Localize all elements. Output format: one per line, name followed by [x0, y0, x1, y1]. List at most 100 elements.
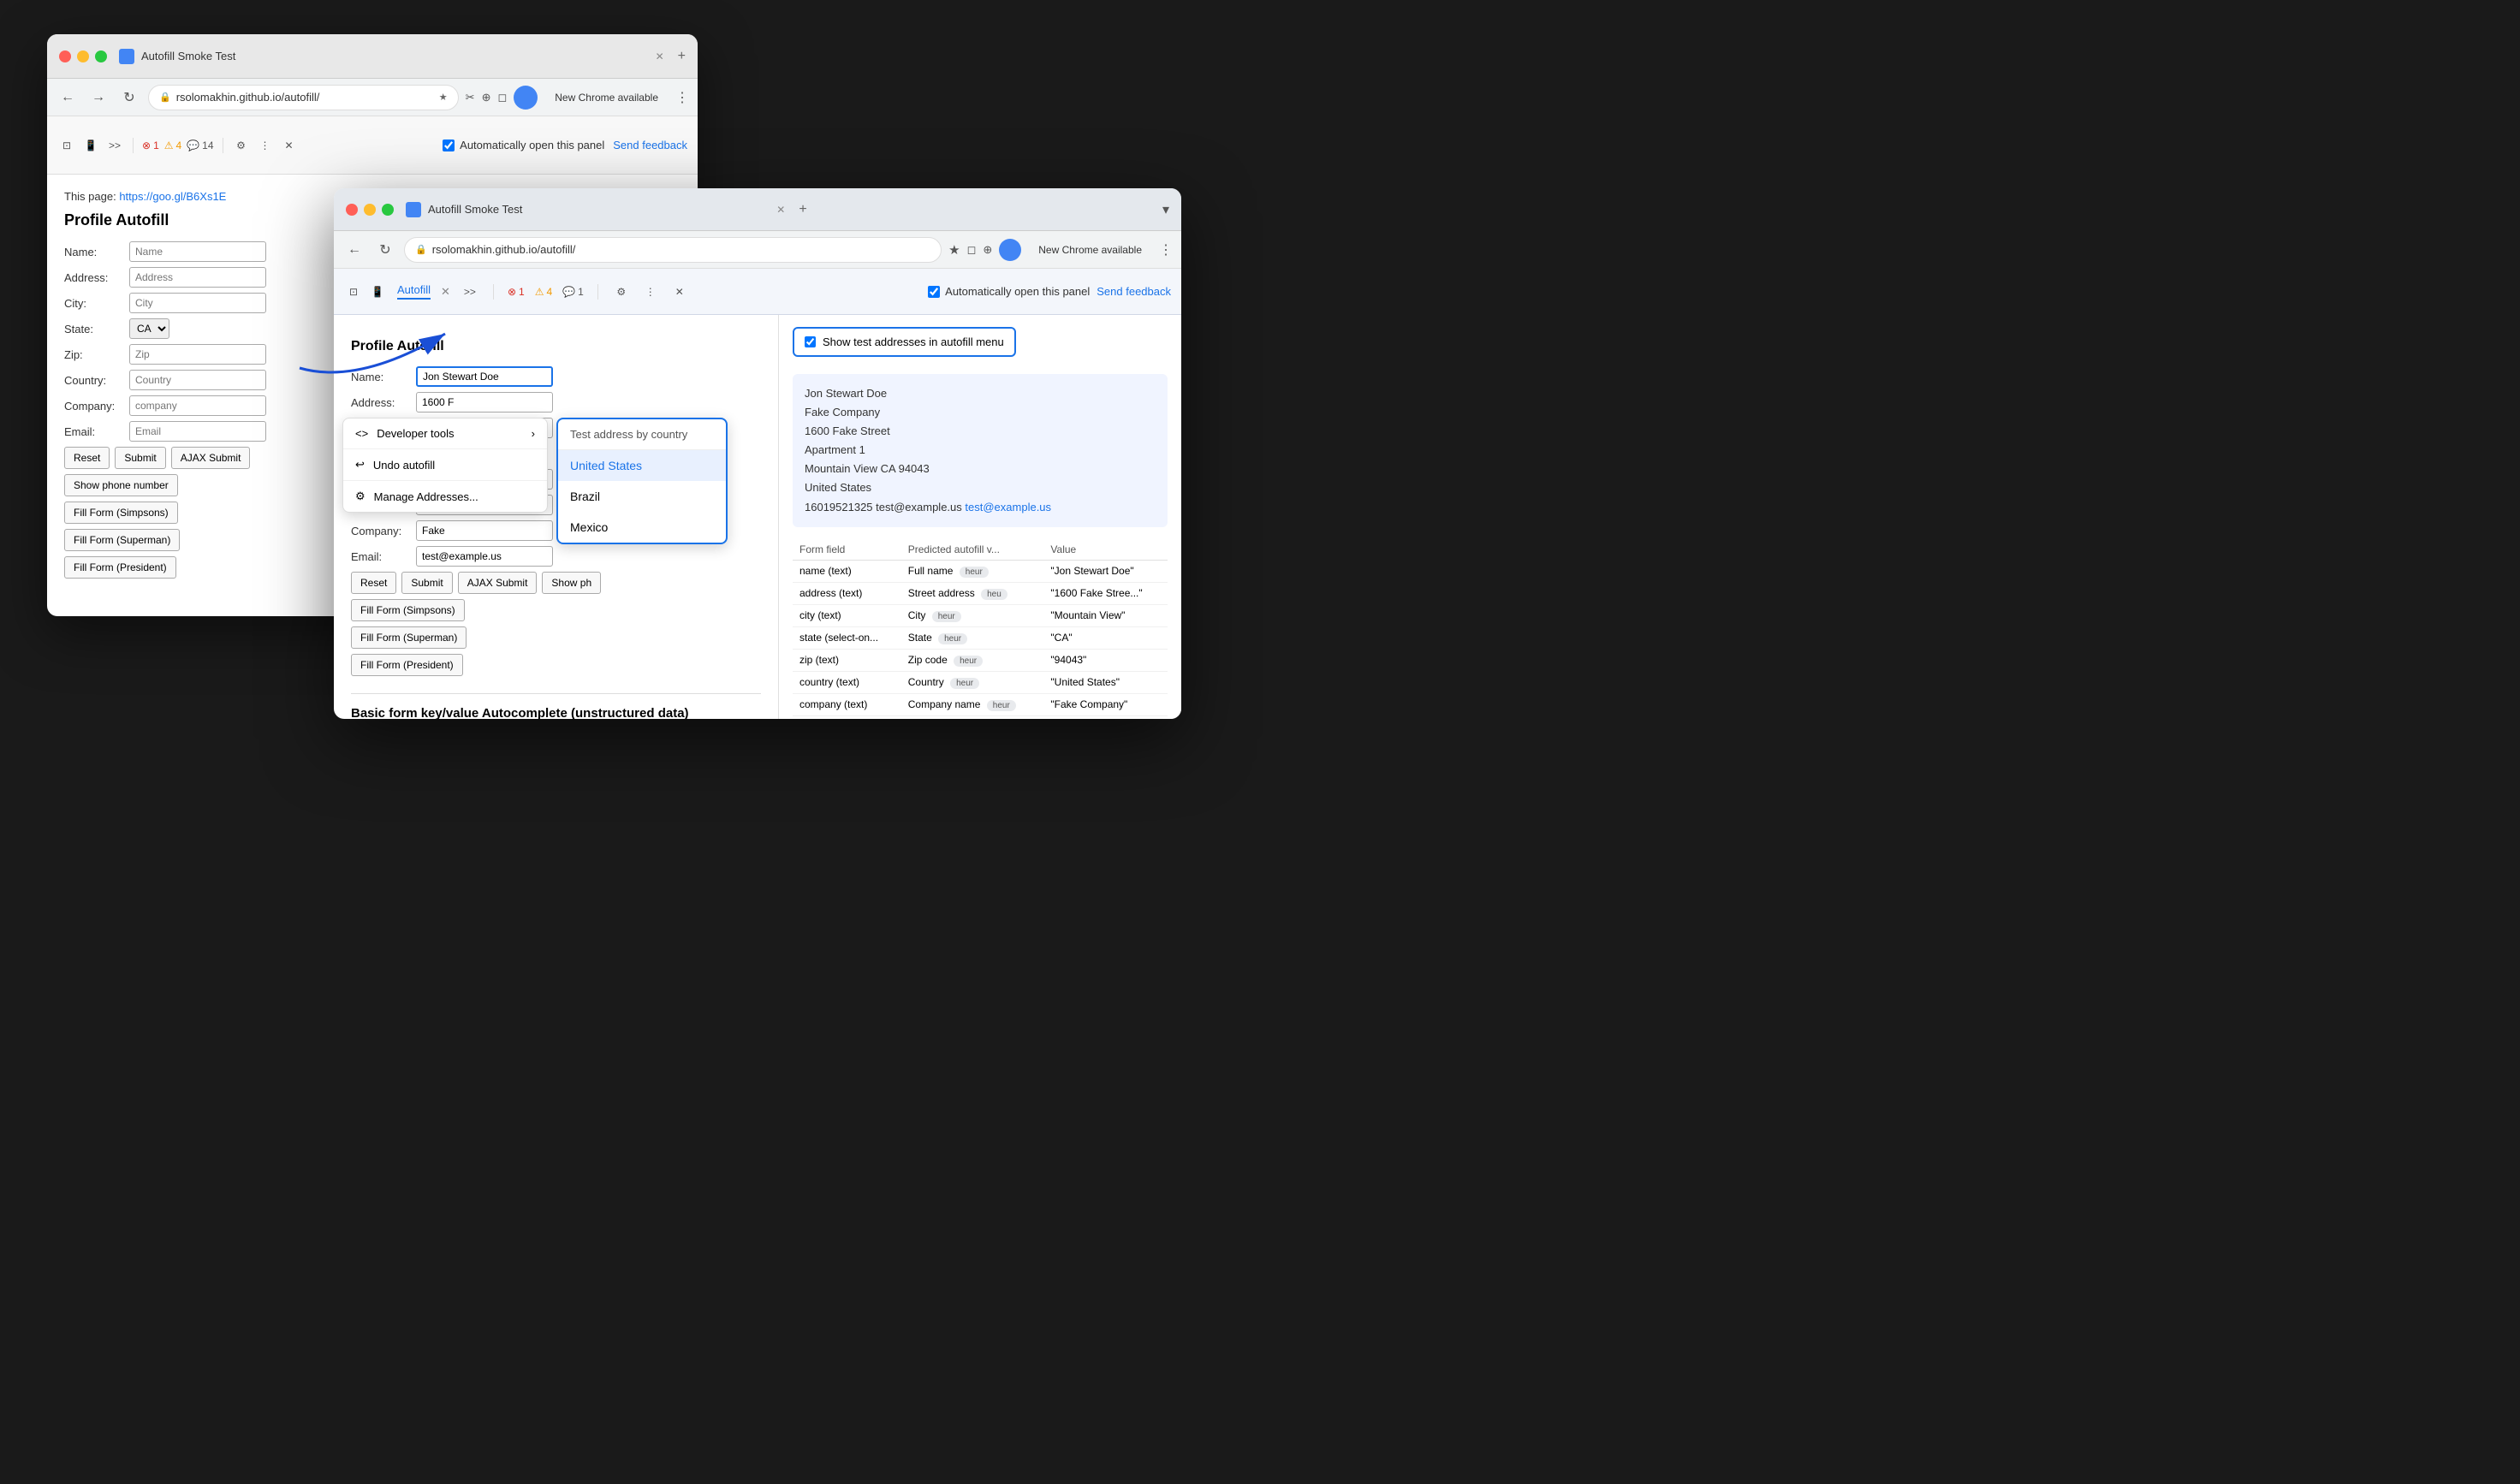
overflow-icon[interactable]: ⋮: [256, 136, 275, 155]
nav-bar-1: ← → ↻ 🔒 rsolomakhin.github.io/autofill/ …: [47, 79, 698, 116]
browser-window-2: Autofill Smoke Test ✕ + ▾ ← ↻ 🔒 rsolomak…: [334, 188, 1181, 719]
menu-icon-1[interactable]: ⋮: [675, 89, 689, 106]
company-input-2[interactable]: [416, 520, 553, 541]
auto-open-checkbox-2[interactable]: [928, 286, 940, 298]
send-feedback-link[interactable]: Send feedback: [613, 139, 687, 151]
tab-close-icon[interactable]: ✕: [656, 50, 664, 62]
overflow-icon-2[interactable]: ⋮: [641, 282, 660, 301]
back-button-2[interactable]: ←: [342, 238, 366, 262]
new-chrome-badge-1[interactable]: New Chrome available: [544, 88, 669, 107]
more-tools-icon[interactable]: >>: [105, 136, 124, 155]
more-tools-icon-2[interactable]: >>: [461, 282, 479, 301]
minimize-button-2[interactable]: [364, 204, 376, 216]
field-country-text: country (text): [793, 671, 901, 693]
address-input[interactable]: [129, 267, 266, 288]
auto-open-checkbox-label[interactable]: Automatically open this panel: [443, 139, 604, 151]
address-bar-2[interactable]: 🔒 rsolomakhin.github.io/autofill/: [404, 237, 942, 263]
state-select[interactable]: CA: [129, 318, 169, 339]
autofill-panel: ⊡ 📱 Autofill ✕ >> ⊗ 1 ⚠ 4 💬 1 ⚙ ⋮ ✕ Auto…: [334, 269, 1181, 315]
field-state-select: state (select-on...: [793, 626, 901, 649]
maximize-button-2[interactable]: [382, 204, 394, 216]
col-predicted: Predicted autofill v...: [901, 539, 1044, 561]
table-row: name (text) Full name heur "Jon Stewart …: [793, 560, 1168, 582]
table-row: email (text) Email address heur "test@ex…: [793, 715, 1168, 719]
title-bar-2: Autofill Smoke Test ✕ + ▾: [334, 188, 1181, 231]
submit-button-1[interactable]: Submit: [115, 447, 165, 469]
fill-simpsons-button-1[interactable]: Fill Form (Simpsons): [64, 502, 178, 524]
separator: [133, 138, 134, 153]
devtools-toolbar-2: ⊡ 📱: [344, 282, 387, 301]
field-name-text: name (text): [793, 560, 901, 582]
fill-president-button-2[interactable]: Fill Form (President): [351, 654, 463, 676]
close-button[interactable]: [59, 50, 71, 62]
window2-body: Profile Autofill Name: Address: <> Devel…: [334, 315, 1181, 719]
col-field: Form field: [793, 539, 901, 561]
new-tab-icon[interactable]: +: [678, 49, 686, 64]
select-element-icon[interactable]: ⊡: [57, 136, 76, 155]
page-link[interactable]: https://goo.gl/B6Xs1E: [119, 190, 226, 203]
maximize-button[interactable]: [95, 50, 107, 62]
menu-icon-2[interactable]: ⋮: [1159, 241, 1173, 258]
fill-superman-button-1[interactable]: Fill Form (Superman): [64, 529, 180, 551]
email-input[interactable]: [129, 421, 266, 442]
show-phone-button-2[interactable]: Show ph: [542, 572, 601, 594]
email-link[interactable]: test@example.us: [965, 501, 1051, 513]
device-icon[interactable]: 📱: [81, 136, 100, 155]
city-input[interactable]: [129, 293, 266, 313]
submit-button-2[interactable]: Submit: [401, 572, 452, 594]
close-button-2[interactable]: [346, 204, 358, 216]
send-feedback-link-2[interactable]: Send feedback: [1097, 285, 1171, 298]
close-devtools-icon-2[interactable]: ✕: [670, 282, 689, 301]
autofill-tab[interactable]: Autofill: [397, 283, 431, 300]
show-phone-button-1[interactable]: Show phone number: [64, 474, 178, 496]
new-chrome-badge-2[interactable]: New Chrome available: [1028, 240, 1152, 259]
undo-autofill-item[interactable]: ↩ Undo autofill: [343, 449, 547, 481]
select-element-icon-2[interactable]: ⊡: [344, 282, 363, 301]
back-button[interactable]: ←: [56, 86, 80, 110]
close-devtools-icon[interactable]: ✕: [280, 136, 299, 155]
error-count-2: ⊗ 1: [508, 286, 525, 298]
auto-open-checkbox[interactable]: [443, 139, 455, 151]
reload-button-2[interactable]: ↻: [373, 238, 397, 262]
name-input-2[interactable]: [416, 366, 553, 387]
address-bar-1[interactable]: 🔒 rsolomakhin.github.io/autofill/ ★: [148, 85, 459, 110]
country-input[interactable]: [129, 370, 266, 390]
chevron-down-icon[interactable]: ▾: [1162, 201, 1169, 218]
value-name: "Jon Stewart Doe": [1043, 560, 1168, 582]
message-count-2: 💬 1: [562, 286, 584, 298]
fill-buttons-2: Fill Form (Simpsons): [351, 599, 761, 621]
close-autofill-icon[interactable]: ✕: [441, 285, 450, 299]
show-test-checkbox[interactable]: [805, 336, 816, 347]
settings-icon[interactable]: ⚙: [232, 136, 251, 155]
name-input[interactable]: [129, 241, 266, 262]
manage-addresses-item[interactable]: ⚙ Manage Addresses...: [343, 481, 547, 512]
tab-close-icon-2[interactable]: ✕: [776, 204, 785, 216]
forward-button[interactable]: →: [86, 86, 110, 110]
fill-simpsons-button-2[interactable]: Fill Form (Simpsons): [351, 599, 465, 621]
reset-button-2[interactable]: Reset: [351, 572, 396, 594]
company-input[interactable]: [129, 395, 266, 416]
country-mexico-item[interactable]: Mexico: [558, 512, 726, 543]
address-input-2[interactable]: [416, 392, 553, 413]
predicted-country: Country heur: [901, 671, 1044, 693]
country-brazil-item[interactable]: Brazil: [558, 481, 726, 512]
table-row: country (text) Country heur "United Stat…: [793, 671, 1168, 693]
page-pane: Profile Autofill Name: Address: <> Devel…: [334, 315, 779, 719]
ajax-submit-button-2[interactable]: AJAX Submit: [458, 572, 538, 594]
email-input-2[interactable]: [416, 546, 553, 567]
developer-tools-item[interactable]: <> Developer tools ›: [343, 418, 547, 449]
table-row: address (text) Street address heu "1600 …: [793, 582, 1168, 604]
minimize-button[interactable]: [77, 50, 89, 62]
fill-president-button-1[interactable]: Fill Form (President): [64, 556, 176, 579]
zip-input[interactable]: [129, 344, 266, 365]
device-icon-2[interactable]: 📱: [368, 282, 387, 301]
fill-superman-button-2[interactable]: Fill Form (Superman): [351, 626, 467, 649]
settings-icon-2[interactable]: ⚙: [612, 282, 631, 301]
auto-open-checkbox-label-2[interactable]: Automatically open this panel: [928, 285, 1090, 298]
new-tab-icon-2[interactable]: +: [799, 202, 806, 217]
country-us-item[interactable]: United States: [558, 450, 726, 481]
field-city-text: city (text): [793, 604, 901, 626]
reload-button[interactable]: ↻: [117, 86, 141, 110]
ajax-submit-button-1[interactable]: AJAX Submit: [171, 447, 251, 469]
reset-button-1[interactable]: Reset: [64, 447, 110, 469]
